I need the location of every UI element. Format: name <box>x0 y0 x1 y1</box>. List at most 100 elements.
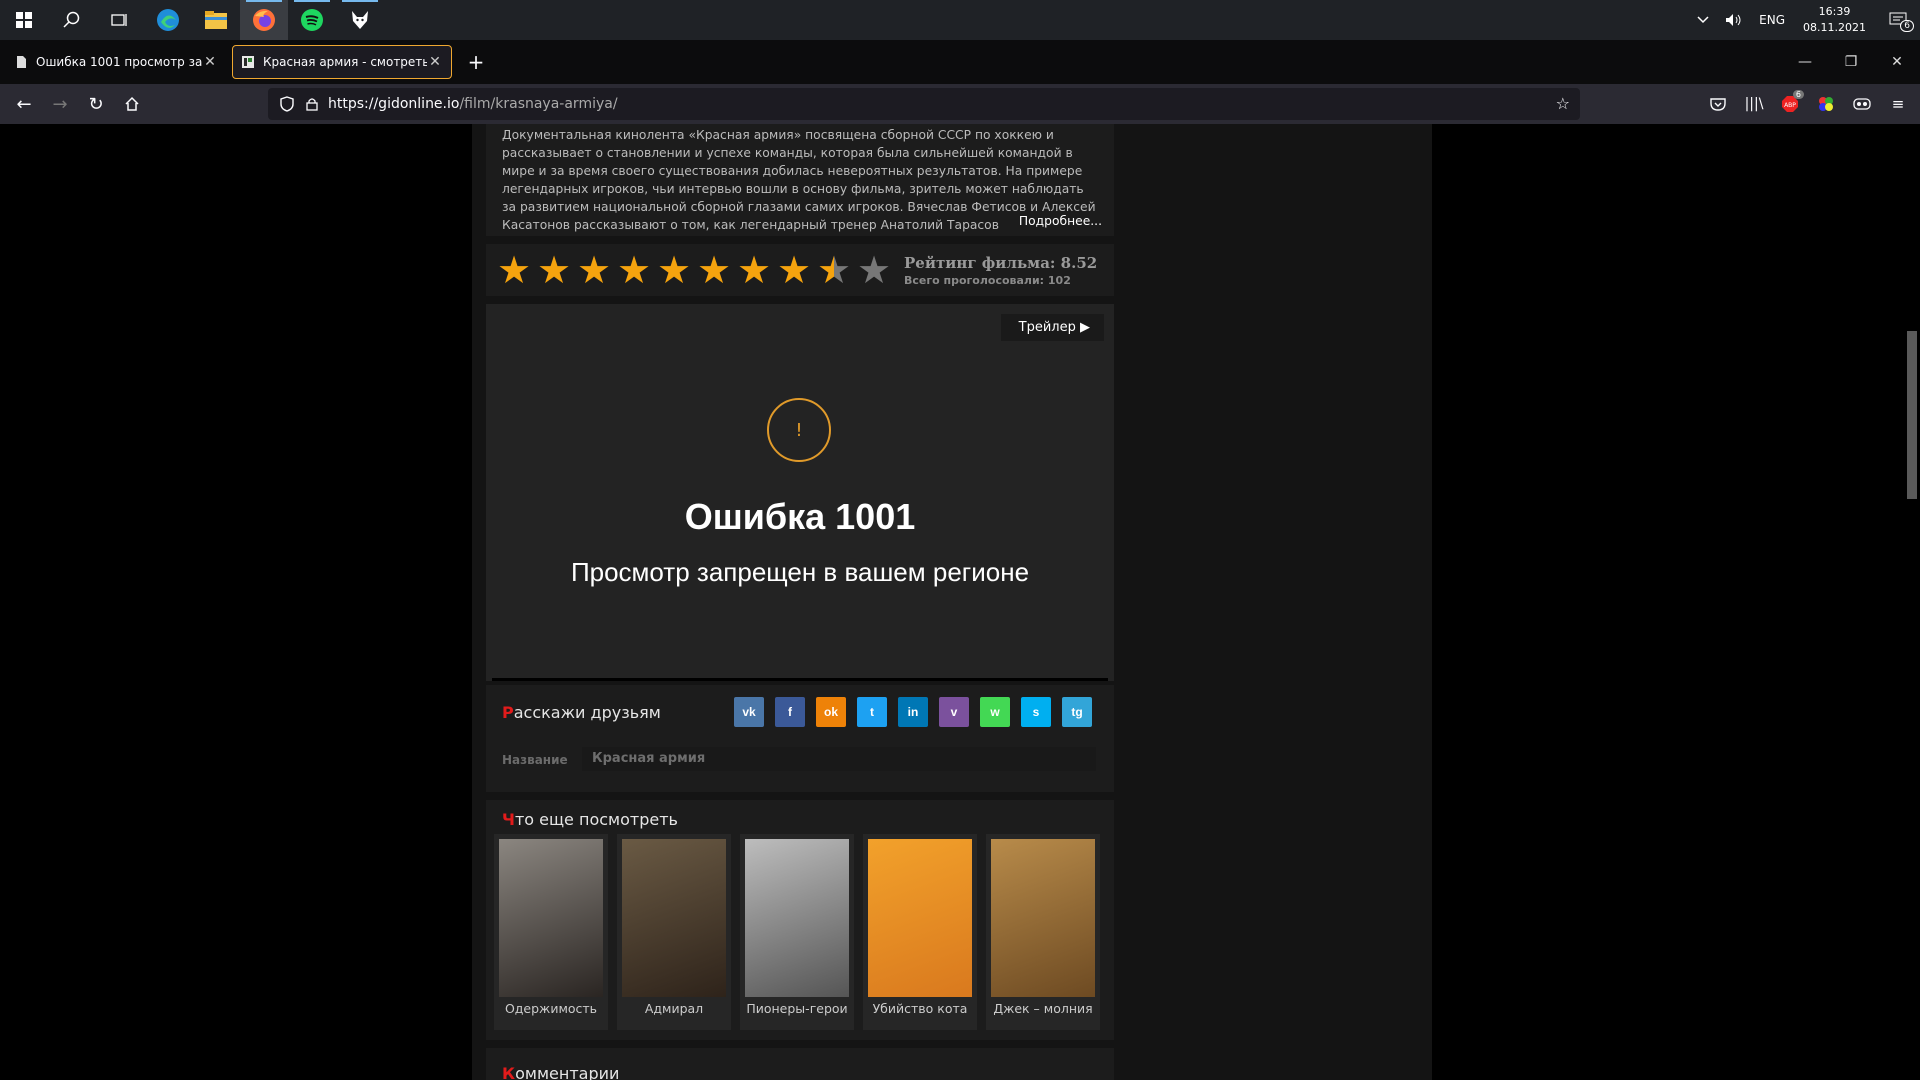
browser-tab-bar: Ошибка 1001 просмотр запре ✕ Красная арм… <box>0 40 1920 84</box>
new-tab-button[interactable]: + <box>460 46 492 78</box>
viber-share-icon[interactable]: v <box>939 697 969 727</box>
odnoklassniki-share-icon[interactable]: ok <box>816 697 846 727</box>
close-tab-icon[interactable]: ✕ <box>202 54 218 70</box>
mask-icon <box>1853 98 1871 110</box>
back-button[interactable]: ← <box>6 88 42 120</box>
error-message: Просмотр запрещен в вашем регионе <box>570 557 1030 587</box>
rating-star-icon[interactable]: ★ <box>774 250 814 290</box>
page-viewport: Документальная кинолента «Красная армия»… <box>0 124 1920 1080</box>
task-view-icon <box>111 14 127 26</box>
close-window-button[interactable]: ✕ <box>1874 40 1920 84</box>
movie-card-title[interactable]: Пионеры-герои <box>745 1001 849 1016</box>
movie-poster-image[interactable] <box>622 839 726 997</box>
rating-star-icon[interactable]: ★ <box>854 250 894 290</box>
notification-center-button[interactable]: 6 <box>1876 0 1920 40</box>
movie-card[interactable]: Джек – молния <box>986 834 1100 1030</box>
rating-star-icon[interactable]: ★ <box>494 250 534 290</box>
close-tab-icon[interactable]: ✕ <box>427 54 443 70</box>
minimize-window-button[interactable]: — <box>1782 40 1828 84</box>
clock-time: 16:39 <box>1818 5 1851 18</box>
rating-panel: ★ ★ ★ ★ ★ ★ ★ ★ ★ ★ Рейтинг фильма: 8.52 Всего пр… <box>486 244 1114 296</box>
rating-star-icon[interactable]: ★ <box>614 250 654 290</box>
tracking-protection-shield-icon[interactable] <box>280 96 294 112</box>
player-progress-bar <box>492 678 1108 681</box>
gidonline-favicon-icon <box>242 56 254 68</box>
language-indicator[interactable]: ENG <box>1751 0 1793 40</box>
clock[interactable]: 16:39 08.11.2021 <box>1793 4 1876 36</box>
movie-poster-image[interactable] <box>868 839 972 997</box>
scrollbar-thumb[interactable] <box>1907 331 1917 499</box>
rating-star-icon[interactable]: ★ <box>574 250 614 290</box>
tab-title: Красная армия - смотреть он <box>263 55 427 69</box>
linkedin-share-icon[interactable]: in <box>898 697 928 727</box>
movie-card[interactable]: Адмирал <box>617 834 731 1030</box>
rating-star-icon[interactable]: ★ <box>654 250 694 290</box>
edge-icon <box>157 9 179 31</box>
taskbar-search-button[interactable] <box>48 0 96 40</box>
movie-card-title[interactable]: Джек – молния <box>991 1001 1095 1016</box>
movie-card[interactable]: Убийство кота <box>863 834 977 1030</box>
url-host: https://gidonline.io <box>328 96 460 112</box>
app-menu-button[interactable]: ≡ <box>1880 88 1916 120</box>
read-more-link[interactable]: Подробнее... <box>1012 212 1102 230</box>
pocket-button[interactable] <box>1700 88 1736 120</box>
address-bar[interactable]: https://gidonline.io/film/krasnaya-armiy… <box>268 88 1580 120</box>
back-arrow-icon: ← <box>16 93 32 115</box>
telegram-share-icon[interactable]: tg <box>1062 697 1092 727</box>
taskbar-firefox[interactable] <box>240 0 288 40</box>
reload-button[interactable]: ↻ <box>78 88 114 120</box>
movie-poster-image[interactable] <box>745 839 849 997</box>
color-extension-button[interactable] <box>1808 88 1844 120</box>
movie-card-title[interactable]: Адмирал <box>622 1001 726 1016</box>
poster-list: Одержимость Адмирал Пионеры-герои Убийство … <box>494 834 1109 1030</box>
name-field[interactable]: Красная армия <box>582 747 1096 771</box>
facebook-share-icon[interactable]: f <box>775 697 805 727</box>
library-button[interactable]: |||\ <box>1736 88 1772 120</box>
home-button[interactable] <box>114 88 150 120</box>
skype-share-icon[interactable]: s <box>1021 697 1051 727</box>
name-field-label: Название <box>502 753 568 767</box>
movie-card-title[interactable]: Одержимость <box>499 1001 603 1016</box>
bookmark-star-icon[interactable]: ☆ <box>1556 94 1570 113</box>
windows-logo-icon <box>16 12 32 28</box>
error-title: Ошибка 1001 <box>684 496 916 537</box>
rating-star-icon[interactable]: ★ <box>694 250 734 290</box>
votes-label: Всего проголосовали: 102 <box>904 273 1071 287</box>
container-extension-button[interactable] <box>1844 88 1880 120</box>
tray-chevron-icon[interactable] <box>1689 0 1717 40</box>
rating-stars[interactable]: ★ ★ ★ ★ ★ ★ ★ ★ ★ ★ <box>494 250 894 290</box>
video-player[interactable]: Трейлер ▶ ! Ошибка 1001 Просмотр запреще… <box>486 304 1114 681</box>
movie-card-title[interactable]: Убийство кота <box>868 1001 972 1016</box>
adblock-badge: 6 <box>1792 90 1804 99</box>
taskbar-spotify[interactable] <box>288 0 336 40</box>
volume-icon[interactable] <box>1717 0 1751 40</box>
movie-poster-image[interactable] <box>499 839 603 997</box>
task-view-button[interactable] <box>96 0 144 40</box>
movie-poster-image[interactable] <box>991 839 1095 997</box>
vk-share-icon[interactable]: vk <box>734 697 764 727</box>
rating-star-icon[interactable]: ★ <box>534 250 574 290</box>
tab-krasnaya-armiya[interactable]: Красная армия - смотреть он ✕ <box>232 45 452 79</box>
movie-card[interactable]: Одержимость <box>494 834 608 1030</box>
social-buttons: vk f ok t in v w s tg <box>734 697 1103 727</box>
site-page: Документальная кинолента «Красная армия»… <box>472 124 1432 1080</box>
taskbar-wolf-app[interactable] <box>336 0 384 40</box>
twitter-share-icon[interactable]: t <box>857 697 887 727</box>
windows-start-button[interactable] <box>0 0 48 40</box>
tab-error-1001[interactable]: Ошибка 1001 просмотр запре ✕ <box>6 45 226 79</box>
rating-star-icon[interactable]: ★ <box>814 250 854 290</box>
film-description-text: Документальная кинолента «Красная армия»… <box>502 128 1096 232</box>
page-scrollbar[interactable] <box>1904 124 1920 1080</box>
movie-card[interactable]: Пионеры-герои <box>740 834 854 1030</box>
whatsapp-share-icon[interactable]: w <box>980 697 1010 727</box>
rating-star-icon[interactable]: ★ <box>734 250 774 290</box>
trailer-button[interactable]: Трейлер ▶ <box>1000 314 1104 341</box>
taskbar-file-explorer[interactable] <box>192 0 240 40</box>
adblock-extension-button[interactable]: ABP 6 <box>1772 88 1808 120</box>
rating-label: Рейтинг фильма: 8.52 <box>904 253 1098 272</box>
forward-button[interactable]: → <box>42 88 78 120</box>
lock-icon[interactable] <box>306 97 318 111</box>
restore-window-button[interactable]: ❐ <box>1828 40 1874 84</box>
taskbar-edge[interactable] <box>144 0 192 40</box>
search-icon <box>63 11 80 28</box>
